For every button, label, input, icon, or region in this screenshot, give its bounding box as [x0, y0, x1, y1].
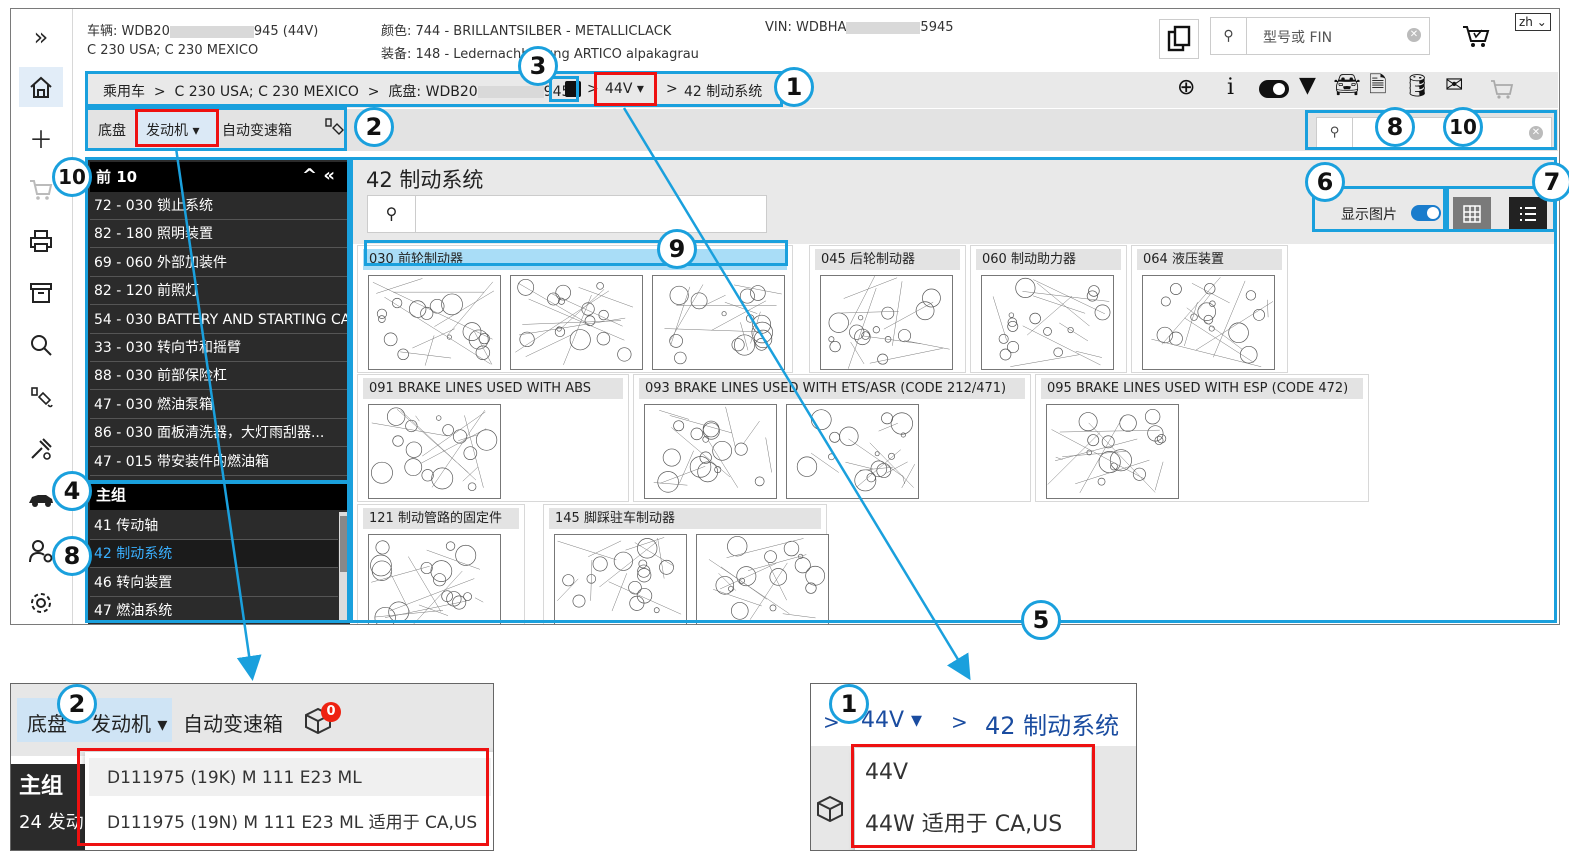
zoom-group[interactable]: 42 制动系统: [985, 706, 1119, 741]
clear-icon[interactable]: ✕: [1407, 28, 1421, 42]
redacted-block: [169, 25, 254, 38]
vehicle-model: C 230 USA; C 230 MEXICO: [87, 43, 259, 58]
zoom-variant[interactable]: 44V ▾: [861, 708, 922, 733]
zoom-engine-label: 发动机: [91, 712, 151, 736]
toggle-icon[interactable]: [1259, 80, 1289, 98]
callout-10-left: 10: [52, 157, 92, 197]
redacted-block: [846, 21, 921, 34]
highlight-selected-card: [364, 240, 788, 266]
vin-prefix: VIN: WDBHA: [765, 20, 847, 35]
zoom-main-header: 主组: [19, 774, 64, 799]
search-icon[interactable]: [19, 325, 63, 365]
highlight-engine-options: [77, 748, 489, 846]
language-select[interactable]: zh ⌄: [1515, 13, 1551, 31]
language-value: zh: [1519, 15, 1533, 29]
document-alert-icon[interactable]: 🗎︎: [1369, 75, 1387, 97]
highlight-variant: [594, 72, 657, 106]
highlight-main-groups: [85, 481, 350, 623]
highlight-search: [1305, 110, 1557, 150]
archive-icon[interactable]: [19, 273, 63, 313]
page: » ＋ 车辆: WDB20 945 (44V) C 230 USA; C 230…: [0, 0, 1569, 851]
search-placeholder[interactable]: 型号或 FIN: [1263, 27, 1332, 47]
oil-icon[interactable]: 🛢︎: [1403, 76, 1431, 98]
car-info-icon[interactable]: 🚘︎: [1333, 75, 1361, 97]
paint-icon[interactable]: [19, 377, 63, 417]
zoom-in-icon[interactable]: ⊕: [1177, 77, 1195, 99]
info-icon[interactable]: i: [1227, 77, 1234, 99]
print-icon[interactable]: [19, 221, 63, 261]
vehicle-id-prefix: 车辆: WDB20: [87, 24, 170, 39]
callout-2-zoom: 2: [57, 684, 97, 724]
zoom-variant-label: 44V: [861, 708, 905, 733]
basket-icon[interactable]: [1461, 23, 1491, 53]
variant-dropdown-zoom: > 44V ▾ > 42 制动系统 44V 44W 适用于 CA,US 1: [810, 683, 1137, 851]
tools-icon[interactable]: [19, 429, 63, 469]
zoom-row: 24 发动: [19, 812, 84, 833]
highlight-breadcrumb: [85, 71, 783, 107]
callout-3: 3: [518, 46, 558, 86]
filter-icon[interactable]: ▼: [1299, 75, 1316, 97]
vin-info: VIN: WDBHA 5945: [765, 20, 954, 35]
callout-9: 9: [657, 229, 697, 269]
zoom-separator-2: >: [951, 710, 968, 734]
highlight-copy: [549, 76, 579, 102]
callout-10: 10: [1443, 107, 1483, 147]
plus-icon[interactable]: ＋: [19, 117, 63, 157]
callout-1-zoom: 1: [829, 684, 869, 724]
expand-icon[interactable]: »: [19, 17, 63, 57]
callout-6: 6: [1305, 162, 1345, 202]
callout-7: 7: [1532, 162, 1569, 202]
zoom-tab-engine[interactable]: 发动机 ▾: [91, 708, 167, 737]
callout-5: 5: [1021, 600, 1061, 640]
cart-icon[interactable]: [1489, 78, 1515, 104]
callout-8: 8: [1375, 107, 1415, 147]
home-icon[interactable]: [19, 67, 63, 107]
model-fin-search[interactable]: ⚲ 型号或 FIN ✕: [1210, 17, 1430, 55]
callout-2: 2: [354, 107, 394, 147]
cart-badge: 0: [321, 702, 341, 722]
callout-4: 4: [52, 471, 92, 511]
zoom-tab-transmission[interactable]: 自动变速箱: [183, 708, 283, 737]
vin-suffix: 5945: [920, 20, 954, 35]
highlight-variant-options: [851, 744, 1095, 848]
vehicle-line1: 车辆: WDB20 945 (44V): [87, 20, 318, 39]
search-icon[interactable]: ⚲: [1211, 18, 1247, 54]
gear-icon[interactable]: [19, 583, 63, 623]
vehicle-color: 颜色: 744 - BRILLANTSILBER - METALLICLACK: [381, 24, 672, 39]
highlight-recent: [85, 157, 350, 483]
callout-8-left: 8: [52, 536, 92, 576]
callout-1: 1: [774, 67, 814, 107]
package-icon: [815, 794, 845, 826]
vehicle-id-suffix: 945 (44V): [253, 24, 319, 39]
clipboard-icon[interactable]: [1159, 19, 1199, 59]
left-nav-rail: » ＋: [11, 9, 73, 624]
highlight-engine-tab: [135, 109, 219, 147]
engine-dropdown-zoom: 底盘 发动机 ▾ 自动变速箱 0 主组 24 发动 D111975 (19K) …: [10, 683, 494, 851]
mail-edit-icon[interactable]: ✉︎: [1445, 75, 1463, 97]
